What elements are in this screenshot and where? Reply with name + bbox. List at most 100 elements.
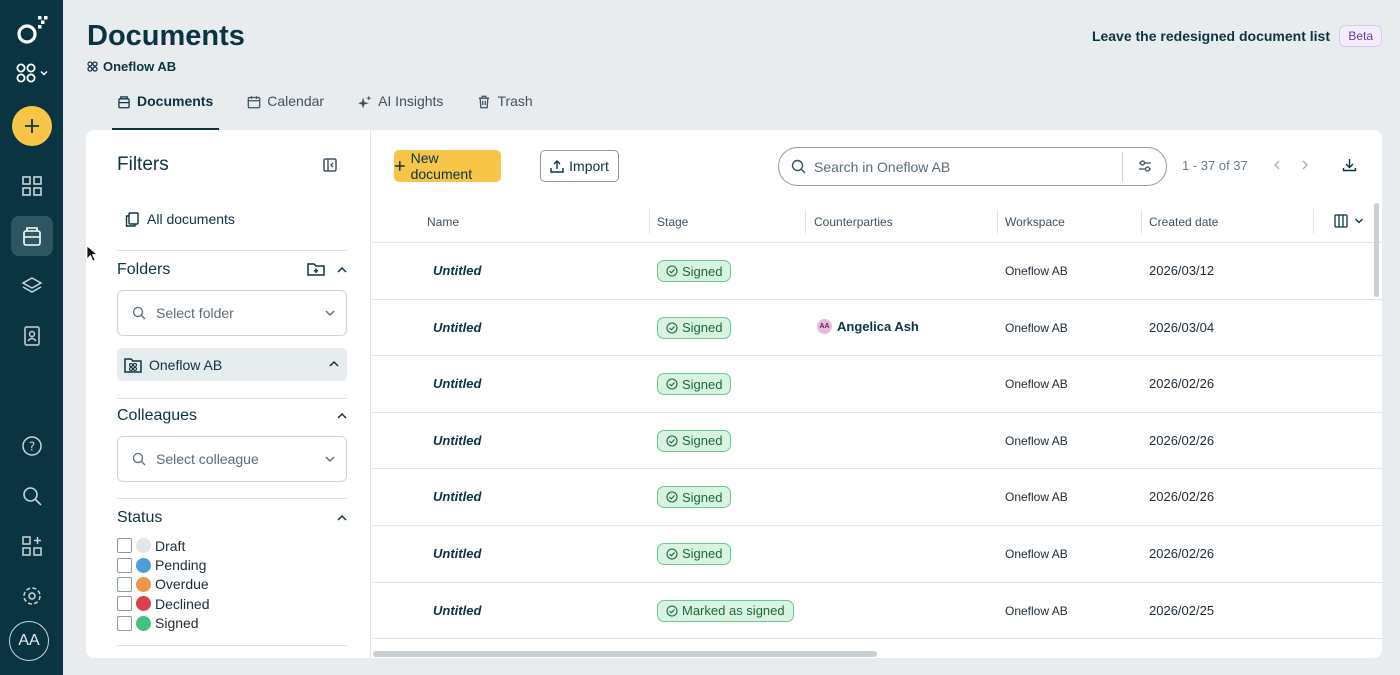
nav-templates[interactable] [11, 266, 53, 306]
column-settings-button[interactable] [1334, 214, 1364, 228]
table-row[interactable]: Untitled Signed Oneflow AB 2026/02/26 [372, 356, 1382, 413]
stage-badge: Signed [657, 486, 732, 509]
tab-calendar[interactable]: Calendar [247, 88, 324, 130]
create-button[interactable] [11, 106, 52, 146]
all-documents-filter[interactable]: All documents [125, 211, 235, 227]
tab-ai-insights[interactable]: AI Insights [358, 88, 443, 130]
column-header-name[interactable]: Name [427, 215, 459, 229]
status-dot [136, 615, 151, 631]
status-label: Pending [155, 557, 207, 574]
tab-trash[interactable]: Trash [477, 88, 533, 130]
collapse-panel-icon[interactable] [322, 157, 338, 173]
document-name[interactable]: Untitled [433, 546, 481, 561]
chevron-up-icon[interactable] [336, 411, 348, 421]
page-title: Documents [87, 20, 245, 52]
nav-contacts[interactable] [11, 316, 53, 356]
chevron-up-icon[interactable] [336, 265, 348, 275]
workspace-switcher[interactable] [15, 62, 49, 84]
checkbox[interactable] [117, 557, 132, 573]
nav-marketplace[interactable] [11, 526, 53, 566]
document-name[interactable]: Untitled [433, 433, 481, 448]
nav-settings[interactable] [11, 576, 53, 616]
status-option-signed[interactable]: Signed [117, 614, 209, 633]
status-option-declined[interactable]: Declined [117, 594, 209, 613]
download-icon[interactable] [1342, 157, 1357, 172]
counterparty-cell[interactable]: AA Angelica Ash [817, 318, 919, 334]
nav-search[interactable] [11, 476, 53, 516]
table-row[interactable]: Untitled Signed AA Angelica Ash Oneflow … [372, 300, 1382, 357]
chevron-up-icon[interactable] [336, 513, 348, 523]
column-separator[interactable] [1313, 210, 1314, 234]
document-name[interactable]: Untitled [433, 603, 481, 618]
checkbox[interactable] [117, 596, 132, 612]
checkbox[interactable] [117, 615, 132, 631]
column-separator[interactable] [1141, 210, 1142, 234]
user-avatar[interactable]: AA [9, 621, 49, 661]
layers-icon [20, 277, 43, 293]
search-icon [132, 452, 146, 466]
checkbox[interactable] [117, 576, 132, 592]
stage-label: Signed [682, 489, 723, 505]
column-header-stage[interactable]: Stage [657, 215, 688, 229]
add-folder-icon[interactable] [307, 261, 325, 277]
nav-dashboard[interactable] [11, 166, 53, 206]
table-row[interactable]: Untitled Signed Oneflow AB 2026/02/26 [372, 526, 1382, 583]
status-option-draft[interactable]: Draft [117, 536, 209, 555]
vertical-scrollbar[interactable] [1374, 203, 1379, 297]
checkbox[interactable] [117, 538, 132, 554]
workspace-cell: Oneflow AB [1005, 433, 1068, 448]
column-separator[interactable] [997, 210, 998, 234]
workspace-cell: Oneflow AB [1005, 264, 1068, 278]
tab-bar: Documents Calendar AI Insights Trash [111, 88, 533, 130]
document-name[interactable]: Untitled [433, 376, 481, 391]
tab-documents[interactable]: Documents [111, 88, 220, 130]
table-row[interactable]: Untitled Signed Oneflow AB 2026/02/26 [372, 469, 1382, 526]
column-header-counterparties[interactable]: Counterparties [814, 215, 893, 229]
oneflow-logo-icon[interactable] [14, 12, 50, 48]
stage-label: Signed [682, 546, 723, 562]
folder-item-oneflow-ab[interactable]: Oneflow AB [117, 348, 347, 381]
stage-badge: Signed [657, 429, 732, 452]
document-name[interactable]: Untitled [433, 489, 481, 504]
status-option-pending[interactable]: Pending [117, 555, 209, 574]
search-input[interactable]: Search in Oneflow AB [778, 147, 1167, 186]
nav-documents[interactable] [10, 216, 53, 256]
workspace-cell: Oneflow AB [1005, 320, 1068, 335]
column-header-workspace[interactable]: Workspace [1005, 215, 1065, 229]
tab-label: Trash [497, 93, 533, 109]
new-document-button[interactable]: New document [394, 150, 501, 182]
table-row[interactable]: Untitled Signed Oneflow AB 2026/03/12 [372, 243, 1382, 300]
import-button[interactable]: Import [540, 150, 619, 182]
leave-redesign-link[interactable]: Leave the redesigned document list [1092, 28, 1330, 44]
workspace-name: Oneflow AB [103, 59, 177, 74]
status-label: Declined [155, 595, 210, 612]
all-documents-label: All documents [147, 211, 235, 227]
beta-badge: Beta [1339, 25, 1382, 47]
chevron-up-icon[interactable] [328, 359, 340, 369]
chevron-right-icon[interactable] [1300, 159, 1310, 171]
stage-label: Signed [682, 376, 723, 392]
status-dot [136, 596, 151, 612]
nav-help[interactable]: ? [11, 426, 53, 466]
folder-select[interactable]: Select folder [117, 290, 347, 336]
workspace-folder-icon [124, 357, 142, 373]
stage-badge: Signed [657, 542, 732, 565]
table-row[interactable]: Untitled Marked as signed Oneflow AB 202… [372, 583, 1382, 640]
check-circle-icon [666, 322, 678, 334]
created-date-cell: 2026/03/04 [1149, 319, 1215, 335]
column-separator[interactable] [649, 210, 650, 234]
chevron-left-icon[interactable] [1272, 159, 1282, 171]
horizontal-scrollbar[interactable] [373, 651, 877, 657]
workspace-breadcrumb[interactable]: Oneflow AB [87, 59, 176, 74]
folders-title: Folders [117, 261, 171, 278]
stage-label: Signed [682, 320, 723, 336]
colleague-select[interactable]: Select colleague [117, 436, 347, 482]
table-row[interactable]: Untitled Signed Oneflow AB 2026/02/26 [372, 413, 1382, 470]
sliders-icon[interactable] [1138, 159, 1152, 173]
divider [117, 398, 347, 399]
document-name[interactable]: Untitled [433, 263, 481, 278]
column-separator[interactable] [805, 210, 806, 234]
status-option-overdue[interactable]: Overdue [117, 575, 209, 594]
column-header-created-date[interactable]: Created date [1149, 215, 1218, 229]
document-name[interactable]: Untitled [433, 320, 481, 335]
